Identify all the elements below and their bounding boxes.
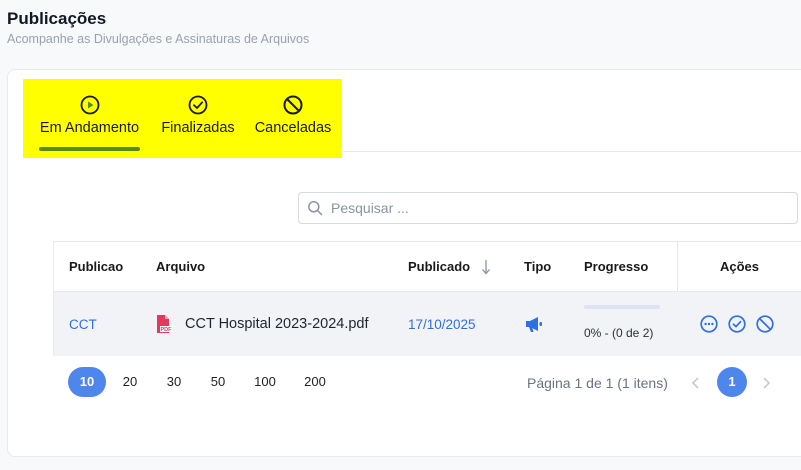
play-circle-icon	[80, 95, 99, 115]
svg-text:PDF: PDF	[161, 327, 173, 333]
check-circle-icon	[188, 95, 208, 115]
check-circle-icon[interactable]	[728, 315, 746, 333]
page-size-option[interactable]: 200	[298, 367, 332, 397]
tab-label: Finalizadas	[161, 120, 235, 136]
page-header: Publicações Acompanhe as Divulgações e A…	[7, 8, 309, 47]
arquivo-name: CCT Hospital 2023-2024.pdf	[185, 316, 369, 332]
more-icon[interactable]	[700, 315, 718, 333]
table-row: CCT PDF CCT Hospital 2023-2024.pdf 17/10…	[54, 291, 801, 356]
chevron-right-icon[interactable]	[759, 375, 773, 391]
chevron-left-icon[interactable]	[689, 375, 703, 391]
publications-table: Publicao Arquivo Publicado Tipo Progress…	[53, 241, 801, 356]
page-size-option[interactable]: 30	[160, 367, 188, 397]
column-header-publicacao[interactable]: Publicao	[69, 242, 123, 291]
search-icon	[308, 201, 323, 216]
column-header-label: Publicado	[408, 259, 471, 274]
column-header-tipo[interactable]: Tipo	[524, 242, 551, 291]
tab-canceladas[interactable]: Canceladas	[253, 79, 333, 158]
publicacao-link[interactable]: CCT	[69, 292, 97, 356]
column-header-arquivo[interactable]: Arquivo	[156, 242, 205, 291]
tipo-cell	[524, 292, 544, 356]
progress-text: 0% - (0 de 2)	[584, 326, 654, 340]
arquivo-cell[interactable]: PDF CCT Hospital 2023-2024.pdf	[155, 292, 369, 356]
active-tab-indicator	[39, 147, 140, 151]
column-header-progresso[interactable]: Progresso	[584, 242, 648, 291]
column-header-acoes: Ações	[719, 259, 760, 274]
page-size-option[interactable]: 100	[248, 367, 282, 397]
tab-finalizadas[interactable]: Finalizadas	[158, 79, 238, 158]
search-input[interactable]	[329, 199, 773, 217]
page-size-option[interactable]: 10	[68, 367, 106, 397]
tab-label: Canceladas	[254, 120, 332, 136]
tabs-divider	[343, 151, 801, 152]
tab-label: Em Andamento	[39, 120, 140, 136]
megaphone-icon	[526, 317, 542, 332]
progress-bar	[584, 305, 660, 309]
pagination-info: Página 1 de 1 (1 itens)	[527, 375, 668, 391]
page-size-option[interactable]: 50	[204, 367, 232, 397]
ban-icon	[283, 95, 303, 115]
table-header: Publicao Arquivo Publicado Tipo Progress…	[54, 242, 801, 291]
pdf-file-icon: PDF	[157, 315, 173, 333]
publications-card: Em Andamento Finalizadas Canceladas Publ…	[7, 69, 801, 457]
sort-down-icon	[482, 260, 490, 275]
page-number-button[interactable]: 1	[717, 367, 747, 397]
page-subtitle: Acompanhe as Divulgações e Assinaturas d…	[7, 32, 310, 46]
page-size-option[interactable]: 20	[116, 367, 144, 397]
page-title: Publicações	[7, 9, 107, 28]
publicado-date[interactable]: 17/10/2025	[408, 292, 476, 356]
search-box	[298, 192, 798, 224]
ban-icon[interactable]	[756, 315, 774, 333]
column-header-publicado[interactable]: Publicado	[408, 242, 490, 291]
